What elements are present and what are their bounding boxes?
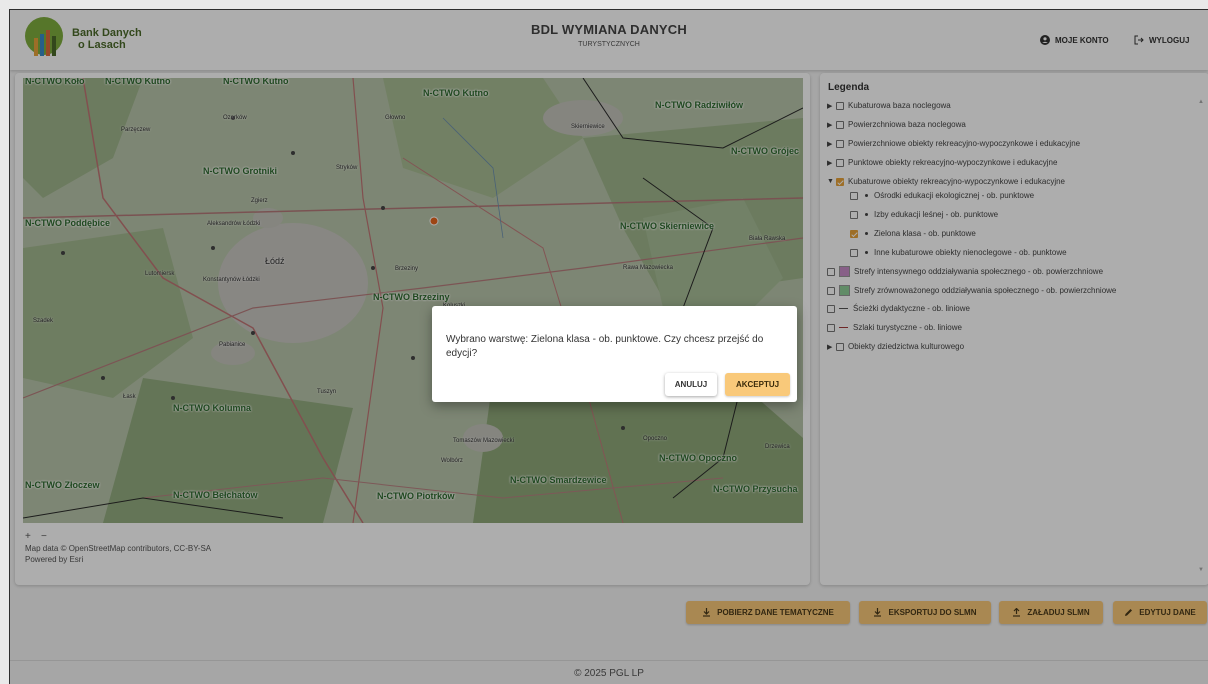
confirm-edit-dialog: Wybrano warstwę: Zielona klasa - ob. pun…	[432, 306, 797, 402]
dialog-message: Wybrano warstwę: Zielona klasa - ob. pun…	[446, 334, 764, 359]
accept-button[interactable]: AKCEPTUJ	[725, 373, 790, 396]
cancel-button[interactable]: ANULUJ	[665, 373, 717, 396]
